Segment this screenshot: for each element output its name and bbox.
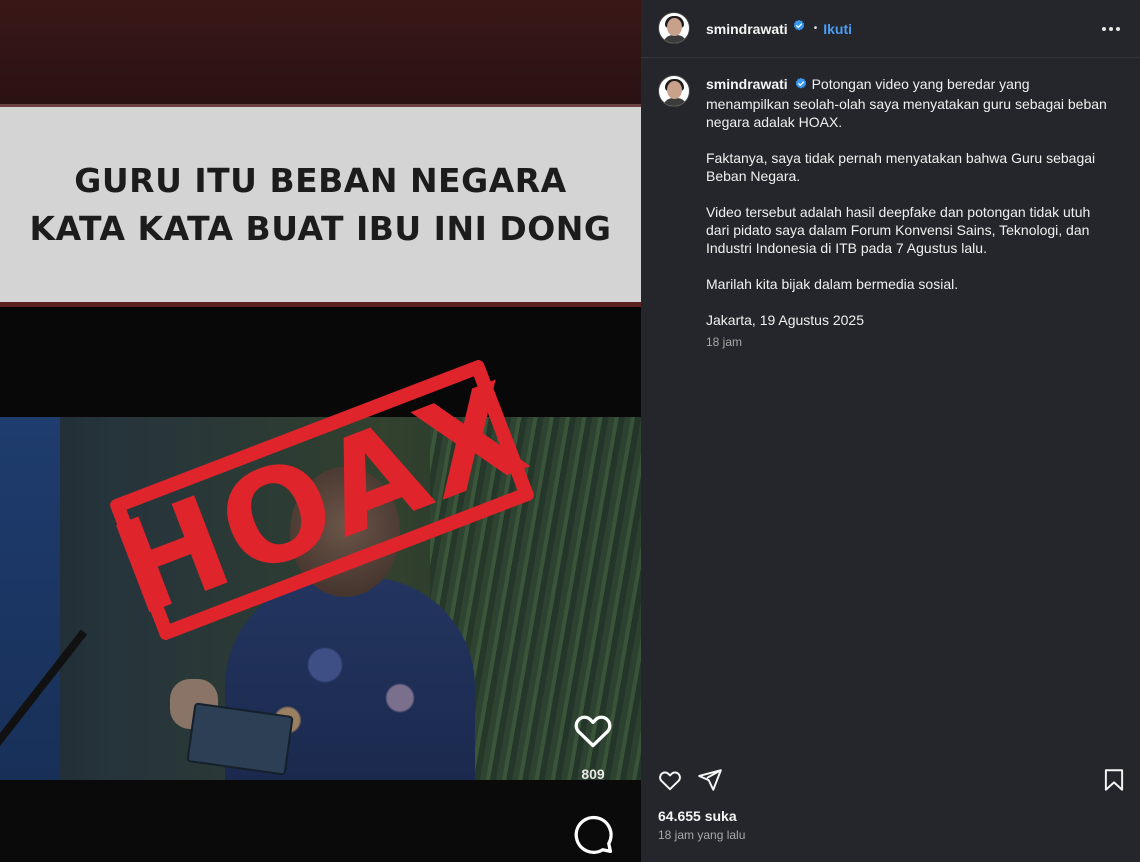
- post-side-panel: smindrawati • Ikuti smindrawati Potongan…: [641, 0, 1140, 862]
- header-username[interactable]: smindrawati: [706, 21, 788, 37]
- tablet-device: [186, 702, 294, 776]
- banner-line-1: GURU ITU BEBAN NEGARA: [74, 160, 567, 200]
- caption: smindrawati Potongan video yang beredar …: [706, 75, 1116, 349]
- post-header: smindrawati • Ikuti: [641, 0, 1140, 58]
- caption-avatar[interactable]: [658, 75, 690, 107]
- avatar-body: [663, 98, 687, 106]
- likes-count[interactable]: 64.655 suka: [658, 808, 737, 824]
- media-bottom-band: [0, 780, 641, 862]
- verified-badge-icon: [792, 19, 806, 38]
- avatar-face: [667, 81, 682, 99]
- caption-paragraph-5: Jakarta, 19 Agustus 2025: [706, 312, 864, 328]
- caption-paragraph-1: smindrawati Potongan video yang beredar …: [706, 75, 1116, 131]
- bookmark-icon[interactable]: [1101, 767, 1127, 793]
- post-media[interactable]: GURU ITU BEBAN NEGARA KATA KATA BUAT IBU…: [0, 0, 641, 862]
- more-horizontal-icon[interactable]: [1102, 21, 1122, 37]
- banner-line-2: KATA KATA BUAT IBU INI DONG: [29, 208, 612, 248]
- heart-icon[interactable]: [657, 767, 683, 793]
- caption-paragraph-4: Marilah kita bijak dalam bermedia sosial…: [706, 276, 959, 292]
- heart-icon[interactable]: [571, 708, 615, 752]
- media-dark-band: [0, 311, 641, 417]
- reel-like-count: 809: [581, 766, 605, 782]
- posted-ago: 18 jam yang lalu: [658, 828, 746, 842]
- caption-username[interactable]: smindrawati: [706, 76, 788, 92]
- avatar-body: [663, 35, 687, 43]
- follow-button[interactable]: Ikuti: [823, 21, 852, 37]
- media-top-band: [0, 0, 641, 104]
- verified-badge-icon: [794, 77, 808, 95]
- share-icon[interactable]: [697, 767, 723, 793]
- avatar[interactable]: [658, 12, 690, 44]
- avatar-face: [667, 18, 682, 36]
- caption-paragraph-3: Video tersebut adalah hasil deepfake dan…: [706, 204, 1091, 256]
- separator-dot: •: [813, 23, 818, 34]
- caption-timestamp[interactable]: 18 jam: [706, 335, 1116, 349]
- comment-icon[interactable]: [571, 812, 615, 856]
- header-user-row: smindrawati • Ikuti: [706, 19, 852, 38]
- caption-paragraph-2: Faktanya, saya tidak pernah menyatakan b…: [706, 150, 1096, 184]
- action-bar: [641, 760, 1140, 800]
- text-banner: GURU ITU BEBAN NEGARA KATA KATA BUAT IBU…: [0, 104, 641, 307]
